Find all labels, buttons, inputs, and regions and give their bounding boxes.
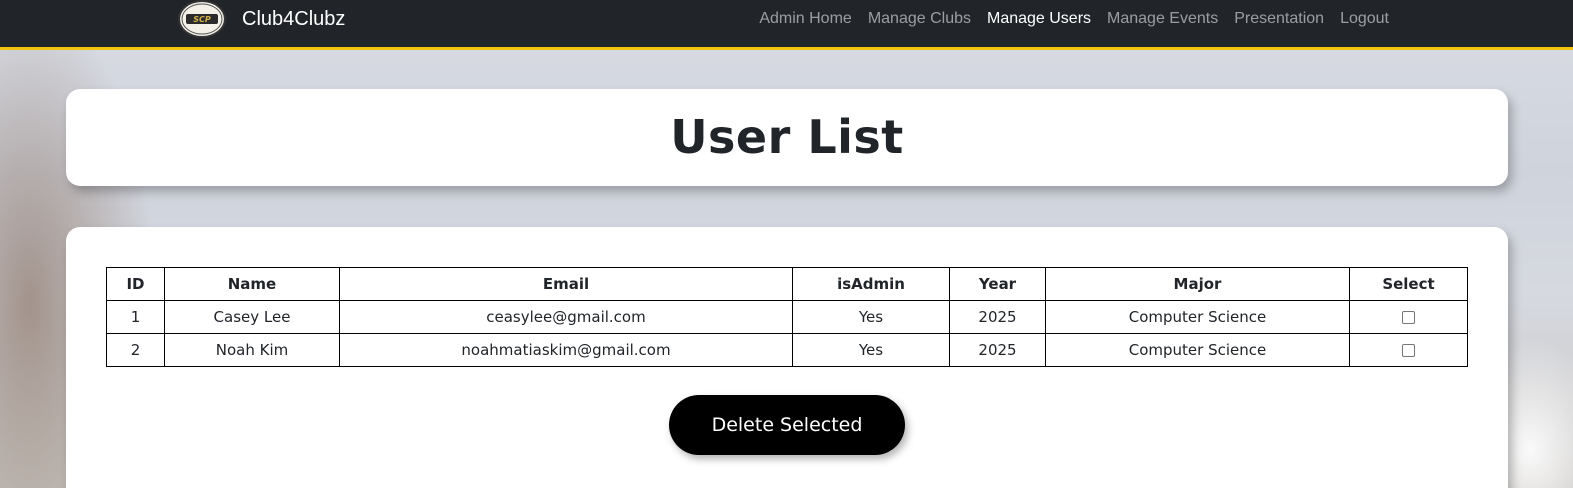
cell-year: 2025 — [949, 333, 1046, 367]
cell-id: 2 — [106, 333, 165, 367]
cell-isadmin: Yes — [792, 333, 950, 367]
cell-id: 1 — [106, 300, 165, 334]
users-card: ID Name Email isAdmin Year Major Select … — [66, 227, 1508, 488]
cell-name: Noah Kim — [164, 333, 340, 367]
cell-name: Casey Lee — [164, 300, 340, 334]
nav-manage-users[interactable]: Manage Users — [987, 10, 1091, 28]
cell-select — [1349, 300, 1468, 334]
nav-presentation[interactable]: Presentation — [1234, 10, 1324, 28]
cell-year: 2025 — [949, 300, 1046, 334]
col-header-name: Name — [164, 267, 340, 301]
nav-manage-events[interactable]: Manage Events — [1107, 10, 1218, 28]
delete-selected-button[interactable]: Delete Selected — [669, 395, 905, 455]
col-header-select: Select — [1349, 267, 1468, 301]
cell-email: ceasylee@gmail.com — [339, 300, 793, 334]
cell-isadmin: Yes — [792, 300, 950, 334]
nav-manage-clubs[interactable]: Manage Clubs — [868, 10, 971, 28]
select-checkbox[interactable] — [1402, 311, 1415, 324]
col-header-year: Year — [949, 267, 1046, 301]
table-row: 2 Noah Kim noahmatiaskim@gmail.com Yes 2… — [106, 333, 1468, 367]
cell-major: Computer Science — [1045, 300, 1350, 334]
club-logo-icon: SCP — [178, 0, 226, 38]
table-row: 1 Casey Lee ceasylee@gmail.com Yes 2025 … — [106, 300, 1468, 334]
navbar: SCP Club4Clubz Admin Home Manage Clubs M… — [0, 0, 1573, 50]
nav-logout[interactable]: Logout — [1340, 10, 1389, 28]
table-header-row: ID Name Email isAdmin Year Major Select — [106, 267, 1468, 301]
nav-links: Admin Home Manage Clubs Manage Users Man… — [743, 0, 1389, 38]
nav-admin-home[interactable]: Admin Home — [759, 10, 851, 28]
title-card: User List — [66, 89, 1508, 186]
cell-email: noahmatiaskim@gmail.com — [339, 333, 793, 367]
users-table: ID Name Email isAdmin Year Major Select … — [106, 267, 1468, 367]
brand[interactable]: SCP Club4Clubz — [178, 0, 345, 38]
cell-select — [1349, 333, 1468, 367]
cell-major: Computer Science — [1045, 333, 1350, 367]
svg-text:SCP: SCP — [193, 15, 211, 24]
page-title: User List — [670, 110, 904, 164]
col-header-isadmin: isAdmin — [792, 267, 950, 301]
col-header-major: Major — [1045, 267, 1350, 301]
col-header-id: ID — [106, 267, 165, 301]
select-checkbox[interactable] — [1402, 344, 1415, 357]
col-header-email: Email — [339, 267, 793, 301]
brand-name: Club4Clubz — [242, 7, 346, 30]
